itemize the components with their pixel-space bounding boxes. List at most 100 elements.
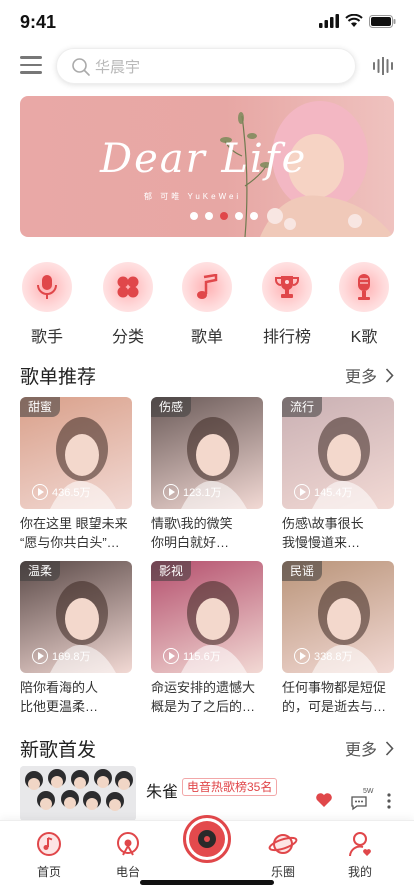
category-karaoke[interactable]: K歌 <box>334 262 394 347</box>
menu-line <box>20 56 42 59</box>
menu-line <box>20 63 42 66</box>
search-input[interactable] <box>95 55 335 79</box>
play-icon <box>294 648 310 664</box>
banner-subtitle: 郁 可唯 YuKeWei <box>144 192 242 201</box>
group-photo <box>20 766 136 821</box>
signal-icon <box>319 14 339 28</box>
category-charts[interactable]: 排行榜 <box>257 262 317 347</box>
menu-button[interactable] <box>20 56 42 76</box>
carousel-dot[interactable] <box>250 212 258 220</box>
carousel-dot[interactable] <box>205 212 213 220</box>
playlist-cover: 流行 145.4万 <box>282 397 394 509</box>
playlist-desc-line: 伤感\故事很长 <box>282 516 364 531</box>
tab-mine[interactable]: 我的 <box>330 829 390 880</box>
battery-icon <box>369 14 396 28</box>
carousel-dot[interactable] <box>220 212 228 220</box>
more-label: 更多 <box>344 369 377 386</box>
more-link[interactable]: 更多 <box>345 736 394 760</box>
tab-home[interactable]: 首页 <box>19 829 79 880</box>
playlist-desc-line: 概是为了之后的… <box>151 699 256 714</box>
carousel-dot[interactable] <box>190 212 198 220</box>
category-label: 分类 <box>111 329 144 346</box>
search-box[interactable] <box>56 48 356 84</box>
tab-circle[interactable]: 乐圈 <box>253 829 313 880</box>
playlist-desc-line: “愿与你共白头”… <box>20 535 120 550</box>
playlist-desc-line: 命运安排的遗憾大 <box>151 680 256 695</box>
playlist-cover: 伤感 123.1万 <box>151 397 263 509</box>
tab-label: 首页 <box>36 865 61 879</box>
home-indicator <box>140 880 274 885</box>
playlist-desc-line: 情歌\我的微笑 <box>151 516 233 531</box>
play-count-value: 115.6万 <box>183 651 221 663</box>
home-disc-icon <box>19 829 79 859</box>
user-icon <box>330 829 390 859</box>
playlist-desc-line: 任何事物都是短促 <box>282 680 387 695</box>
comment-button[interactable]: 5W <box>350 788 374 811</box>
newsong-item[interactable]: 朱雀 电音热歌榜35名 5W <box>20 766 394 821</box>
playlist-section-header: 歌单推荐 更多 <box>20 362 394 388</box>
banner-title: Dear Life <box>100 136 308 182</box>
voice-wave-icon[interactable] <box>372 57 394 75</box>
playlist-card[interactable]: 流行 145.4万伤感\故事很长 我慢慢道来… <box>282 397 394 552</box>
playlist-card[interactable]: 甜蜜 436.5万你在这里 眼望未来 “愿与你共白头”… <box>20 397 132 552</box>
playlist-tag: 甜蜜 <box>20 397 61 417</box>
tab-label: 我的 <box>347 865 372 879</box>
play-count-value: 145.4万 <box>314 487 353 499</box>
playlist-description: 情歌\我的微笑 你明白就好… <box>151 514 263 552</box>
category-singer[interactable]: 歌手 <box>17 262 77 347</box>
play-count: 436.5万 <box>32 484 91 500</box>
status-icons <box>319 14 396 28</box>
playlist-description: 任何事物都是短促 的，可是逝去与… <box>282 678 394 716</box>
section-title: 新歌首发 <box>20 740 97 761</box>
newsong-section-header: 新歌首发 更多 <box>20 735 394 761</box>
playlist-tag: 民谣 <box>282 561 323 581</box>
playlist-desc-line: 比他更温柔… <box>20 699 99 714</box>
mic-stand-icon <box>339 262 389 312</box>
play-icon <box>163 648 179 664</box>
playlist-card[interactable]: 民谣 338.8万任何事物都是短促 的，可是逝去与… <box>282 561 394 716</box>
category-genre[interactable]: 分类 <box>98 262 158 347</box>
play-count-value: 338.8万 <box>314 651 353 663</box>
tab-label: 电台 <box>115 865 140 879</box>
section-title: 歌单推荐 <box>20 367 97 388</box>
tab-radio[interactable]: 电台 <box>98 829 158 880</box>
playlist-tag: 流行 <box>282 397 323 417</box>
category-label: 排行榜 <box>262 329 311 346</box>
playlist-description: 陪你看海的人 比他更温柔… <box>20 678 132 716</box>
more-vertical-icon[interactable] <box>387 793 391 809</box>
menu-line <box>20 71 42 74</box>
category-label: 歌单 <box>190 329 223 346</box>
playlist-tag: 影视 <box>151 561 192 581</box>
comment-icon <box>351 796 367 811</box>
playlist-cover: 温柔 169.8万 <box>20 561 132 673</box>
play-icon <box>32 484 48 500</box>
playlist-description: 命运安排的遗憾大 概是为了之后的… <box>151 678 263 716</box>
wifi-icon <box>345 14 363 27</box>
playlist-tag: 伤感 <box>151 397 192 417</box>
category-label: K歌 <box>350 329 378 346</box>
playlist-desc-line: 你在这里 眼望未来 <box>20 516 128 531</box>
tab-label: 乐圈 <box>270 865 295 879</box>
play-count: 115.6万 <box>163 648 221 664</box>
carousel-dot[interactable] <box>235 212 243 220</box>
music-note-icon <box>182 262 232 312</box>
playlist-desc-line: 我慢慢道来… <box>282 535 361 550</box>
playlist-description: 伤感\故事很长 我慢慢道来… <box>282 514 394 552</box>
playlist-cover: 民谣 338.8万 <box>282 561 394 673</box>
more-link[interactable]: 更多 <box>345 363 394 387</box>
category-playlist[interactable]: 歌单 <box>177 262 237 347</box>
newsong-cover <box>20 766 136 821</box>
status-time: 9:41 <box>20 12 57 32</box>
search-row <box>0 48 414 86</box>
heart-icon[interactable] <box>315 792 333 808</box>
play-count: 123.1万 <box>163 484 222 500</box>
playlist-card[interactable]: 影视 115.6万命运安排的遗憾大 概是为了之后的… <box>151 561 263 716</box>
playlist-desc-line: 的，可是逝去与… <box>282 699 387 714</box>
play-count: 338.8万 <box>294 648 353 664</box>
playlist-tag: 温柔 <box>20 561 61 581</box>
status-bar: 9:41 <box>0 0 414 44</box>
banner-carousel[interactable]: Dear Life 郁 可唯 YuKeWei <box>20 96 394 237</box>
playlist-card[interactable]: 温柔 169.8万陪你看海的人 比他更温柔… <box>20 561 132 716</box>
player-button[interactable] <box>183 815 231 863</box>
playlist-card[interactable]: 伤感 123.1万情歌\我的微笑 你明白就好… <box>151 397 263 552</box>
